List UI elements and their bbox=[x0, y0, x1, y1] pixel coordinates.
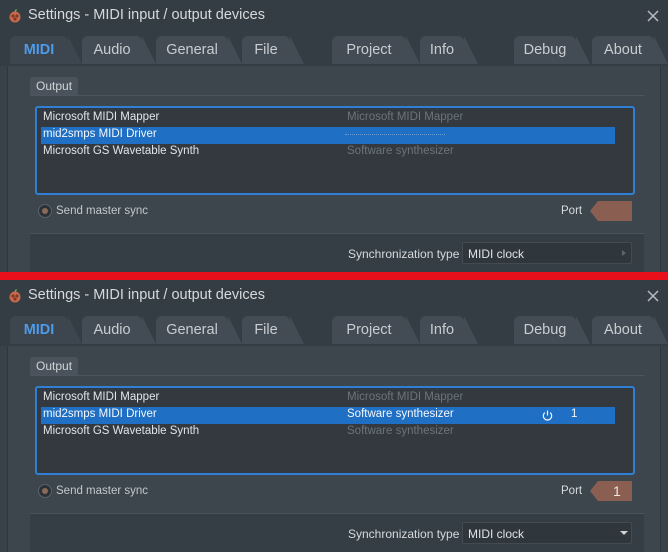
title-bar: Settings - MIDI input / output devices bbox=[0, 280, 668, 314]
list-item[interactable]: Microsoft MIDI Mapper Microsoft MIDI Map… bbox=[41, 110, 615, 127]
list-item-selected[interactable]: mid2smps MIDI Driver Software synthesize… bbox=[41, 407, 615, 424]
settings-window-after: Settings - MIDI input / output devices M… bbox=[0, 280, 668, 552]
port-value: 1 bbox=[613, 483, 621, 499]
tab-about[interactable]: About bbox=[592, 36, 668, 64]
tab-file[interactable]: File bbox=[242, 316, 304, 344]
tab-file[interactable]: File bbox=[242, 36, 304, 64]
port-input[interactable] bbox=[590, 481, 632, 501]
tab-bar: MIDI Audio General File Project Info Deb… bbox=[0, 34, 668, 66]
sync-type-value: MIDI clock bbox=[468, 527, 525, 541]
tab-audio[interactable]: Audio bbox=[82, 36, 156, 64]
settings-window-before: Settings - MIDI input / output devices M… bbox=[0, 0, 668, 272]
tab-audio[interactable]: Audio bbox=[82, 316, 156, 344]
tab-midi[interactable]: MIDI bbox=[10, 36, 82, 64]
send-master-sync-toggle[interactable] bbox=[38, 484, 52, 498]
tab-debug[interactable]: Debug bbox=[514, 316, 590, 344]
output-section-label: Output bbox=[30, 77, 79, 95]
app-icon bbox=[9, 9, 21, 23]
output-device-list[interactable]: Microsoft MIDI Mapper Microsoft MIDI Map… bbox=[35, 106, 635, 195]
settings-content: Output Microsoft MIDI Mapper Microsoft M… bbox=[7, 66, 661, 272]
list-item[interactable]: Microsoft GS Wavetable Synth Software sy… bbox=[41, 424, 615, 441]
tab-general[interactable]: General bbox=[156, 36, 242, 64]
device-port-value: 1 bbox=[571, 408, 578, 420]
sync-type-label: Synchronization type bbox=[348, 527, 460, 541]
red-divider bbox=[0, 272, 668, 280]
port-label: Port bbox=[561, 485, 583, 497]
tab-debug[interactable]: Debug bbox=[514, 36, 590, 64]
tab-bar: MIDI Audio General File Project Info Deb… bbox=[0, 314, 668, 346]
tab-general[interactable]: General bbox=[156, 316, 242, 344]
send-master-sync-label: Send master sync bbox=[56, 485, 149, 497]
chevron-down-icon[interactable] bbox=[620, 530, 628, 536]
send-master-sync-toggle[interactable] bbox=[38, 204, 52, 218]
tab-midi[interactable]: MIDI bbox=[10, 316, 82, 344]
tab-info[interactable]: Info bbox=[420, 316, 478, 344]
tab-about[interactable]: About bbox=[592, 316, 668, 344]
section-divider bbox=[30, 375, 644, 376]
list-item-selected[interactable]: mid2smps MIDI Driver bbox=[41, 127, 615, 144]
section-divider bbox=[30, 95, 644, 96]
app-icon bbox=[9, 289, 21, 303]
port-input[interactable] bbox=[590, 201, 632, 221]
window-title: Settings - MIDI input / output devices bbox=[28, 7, 265, 23]
tab-info[interactable]: Info bbox=[420, 36, 478, 64]
close-icon[interactable] bbox=[646, 289, 660, 303]
tab-project[interactable]: Project bbox=[332, 36, 420, 64]
port-label: Port bbox=[561, 205, 583, 217]
list-item[interactable]: Microsoft MIDI Mapper Microsoft MIDI Map… bbox=[41, 390, 615, 407]
output-device-list[interactable]: Microsoft MIDI Mapper Microsoft MIDI Map… bbox=[35, 386, 635, 475]
settings-content: Output Microsoft MIDI Mapper Microsoft M… bbox=[7, 346, 661, 552]
list-item[interactable]: Microsoft GS Wavetable Synth Software sy… bbox=[41, 144, 615, 161]
sync-type-label: Synchronization type bbox=[348, 247, 460, 261]
output-section-label: Output bbox=[30, 357, 79, 375]
window-title: Settings - MIDI input / output devices bbox=[28, 287, 265, 303]
loading-placeholder bbox=[345, 134, 445, 135]
power-icon[interactable] bbox=[541, 409, 554, 422]
close-icon[interactable] bbox=[646, 9, 660, 23]
tab-project[interactable]: Project bbox=[332, 316, 420, 344]
send-master-sync-label: Send master sync bbox=[56, 205, 149, 217]
chevron-right-icon bbox=[622, 250, 626, 256]
title-bar: Settings - MIDI input / output devices bbox=[0, 0, 668, 34]
sync-type-value: MIDI clock bbox=[468, 247, 525, 261]
